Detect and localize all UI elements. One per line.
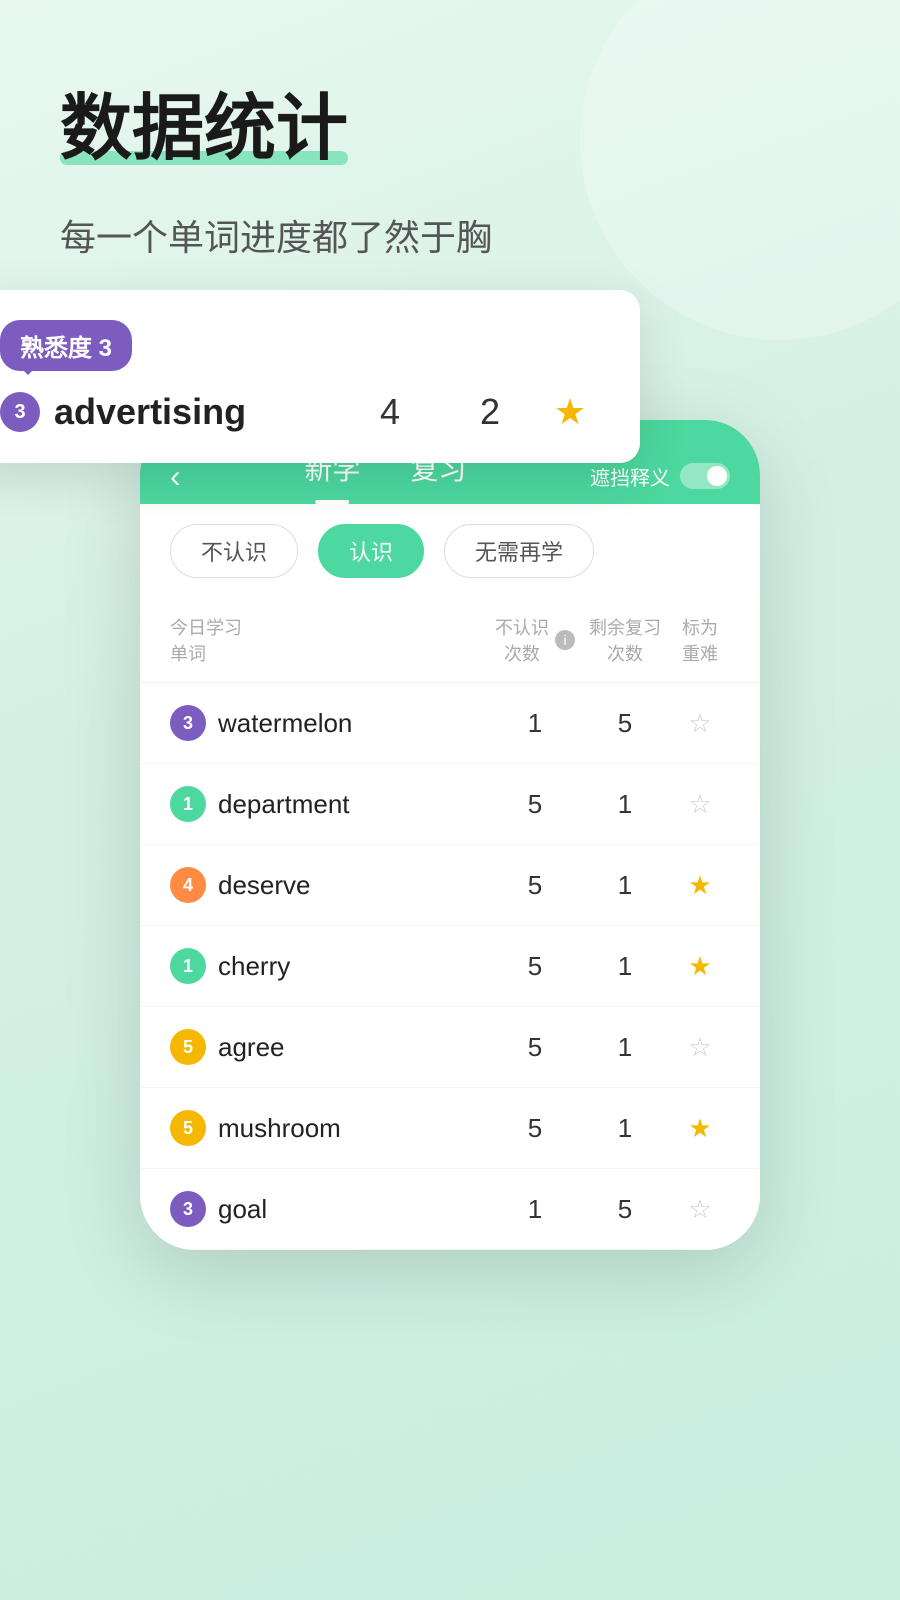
info-icon: i [555, 630, 575, 650]
word-item-mushroom: 5 mushroom 5 1 ★ [140, 1088, 760, 1169]
filter-bar: 不认识 认识 无需再学 [140, 504, 760, 598]
word-department: department [218, 789, 490, 820]
floating-word-card: 熟悉度 3 3 advertising 4 2 ★ [0, 290, 640, 463]
word-deserve: deserve [218, 870, 490, 901]
badge-goal: 3 [170, 1191, 206, 1227]
nav-right-controls: 遮挡释义 [590, 462, 730, 491]
remaining-department: 1 [580, 789, 670, 820]
word-cherry: cherry [218, 951, 490, 982]
top-section: 数据统计 每一个单词进度都了然于胸 [60, 90, 840, 261]
word-item-watermelon: 3 watermelon 1 5 ☆ [140, 683, 760, 764]
toggle-label: 遮挡释义 [590, 462, 670, 491]
star-mushroom[interactable]: ★ [670, 1113, 730, 1144]
featured-remaining-count: 2 [440, 391, 540, 433]
word-item-department: 1 department 5 1 ☆ [140, 764, 760, 845]
word-item-cherry: 1 cherry 5 1 ★ [140, 926, 760, 1007]
word-goal: goal [218, 1194, 490, 1225]
badge-watermelon: 3 [170, 705, 206, 741]
star-department[interactable]: ☆ [670, 789, 730, 820]
th-remaining-count: 剩余复习次数 [580, 614, 670, 666]
th-mark-hard: 标为重难 [670, 614, 730, 666]
filter-known-button[interactable]: 认识 [318, 524, 424, 578]
word-item-goal: 3 goal 1 5 ☆ [140, 1169, 760, 1250]
familiarity-tag: 熟悉度 3 [0, 320, 132, 371]
th-unknown-count: 不认识次数 i [490, 614, 580, 666]
remaining-deserve: 1 [580, 870, 670, 901]
star-deserve[interactable]: ★ [670, 870, 730, 901]
word-watermelon: watermelon [218, 708, 490, 739]
badge-deserve: 4 [170, 867, 206, 903]
word-item-deserve: 4 deserve 5 1 ★ [140, 845, 760, 926]
filter-no-need-button[interactable]: 无需再学 [444, 524, 594, 578]
remaining-agree: 1 [580, 1032, 670, 1063]
star-agree[interactable]: ☆ [670, 1032, 730, 1063]
badge-agree: 5 [170, 1029, 206, 1065]
star-cherry[interactable]: ★ [670, 951, 730, 982]
featured-unknown-count: 4 [340, 391, 440, 433]
unknown-cherry: 5 [490, 951, 580, 982]
table-header: 今日学习 单词 不认识次数 i 剩余复习次数 标为重难 [140, 598, 760, 683]
badge-cherry: 1 [170, 948, 206, 984]
word-mushroom: mushroom [218, 1113, 490, 1144]
page-subtitle: 每一个单词进度都了然于胸 [60, 209, 840, 261]
unknown-agree: 5 [490, 1032, 580, 1063]
featured-word-text: advertising [54, 391, 340, 433]
page-title: 数据统计 [60, 90, 348, 169]
word-list: 3 watermelon 1 5 ☆ 1 department 5 1 ☆ 4 … [140, 683, 760, 1250]
word-item-agree: 5 agree 5 1 ☆ [140, 1007, 760, 1088]
unknown-department: 5 [490, 789, 580, 820]
featured-word-row: 3 advertising 4 2 ★ [0, 391, 600, 433]
remaining-watermelon: 5 [580, 708, 670, 739]
featured-word-badge: 3 [0, 392, 40, 432]
star-goal[interactable]: ☆ [670, 1194, 730, 1225]
phone-mockup: ‹ 新学 复习 遮挡释义 不认识 认识 无需再学 今日学习 单词 [140, 420, 760, 1250]
unknown-goal: 1 [490, 1194, 580, 1225]
badge-department: 1 [170, 786, 206, 822]
meaning-toggle[interactable] [680, 463, 730, 489]
star-watermelon[interactable]: ☆ [670, 708, 730, 739]
unknown-deserve: 5 [490, 870, 580, 901]
th-today-words: 今日学习 单词 [170, 614, 490, 666]
remaining-mushroom: 1 [580, 1113, 670, 1144]
remaining-goal: 5 [580, 1194, 670, 1225]
word-agree: agree [218, 1032, 490, 1063]
featured-star-icon[interactable]: ★ [540, 391, 600, 433]
phone-mockup-container: ‹ 新学 复习 遮挡释义 不认识 认识 无需再学 今日学习 单词 [140, 420, 760, 1250]
back-button[interactable]: ‹ [170, 458, 181, 495]
badge-mushroom: 5 [170, 1110, 206, 1146]
unknown-watermelon: 1 [490, 708, 580, 739]
filter-unknown-button[interactable]: 不认识 [170, 524, 298, 578]
remaining-cherry: 1 [580, 951, 670, 982]
unknown-mushroom: 5 [490, 1113, 580, 1144]
